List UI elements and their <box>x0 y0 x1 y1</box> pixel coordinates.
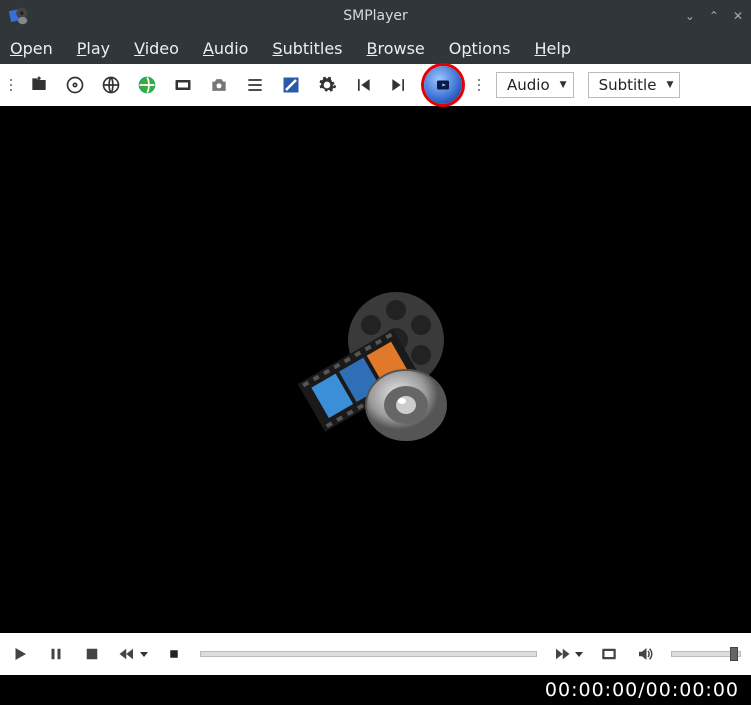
volume-slider[interactable] <box>671 651 741 657</box>
window-minimize-button[interactable]: ⌄ <box>685 9 695 23</box>
stop-button[interactable] <box>82 644 102 664</box>
subtitle-track-combo-label: Subtitle <box>599 76 657 94</box>
mute-button[interactable] <box>635 644 655 664</box>
next-track-button[interactable] <box>388 74 410 96</box>
chevron-down-icon: ▼ <box>560 80 567 90</box>
play-button[interactable] <box>10 644 30 664</box>
video-filters-button[interactable] <box>280 74 302 96</box>
seek-marker-icon <box>164 644 184 664</box>
window-close-button[interactable]: ✕ <box>733 9 743 23</box>
seek-slider[interactable] <box>200 651 537 657</box>
open-file-button[interactable] <box>28 74 50 96</box>
compact-mode-button[interactable] <box>172 74 194 96</box>
time-duration: 00:00:00 <box>646 679 739 701</box>
youtube-browser-button[interactable] <box>424 66 462 104</box>
app-icon <box>8 5 30 27</box>
menu-subtitles[interactable]: Subtitles <box>272 39 342 58</box>
menu-help[interactable]: Help <box>535 39 571 58</box>
smplayer-logo <box>286 285 466 455</box>
chevron-down-icon <box>575 652 583 657</box>
open-url-button[interactable] <box>100 74 122 96</box>
rewind-button[interactable] <box>118 644 148 664</box>
controlbar <box>0 633 751 675</box>
time-position: 00:00:00 <box>545 679 638 701</box>
subtitle-track-combo[interactable]: Subtitle ▼ <box>588 72 681 98</box>
menu-audio[interactable]: Audio <box>203 39 248 58</box>
favorites-button[interactable] <box>136 74 158 96</box>
audio-track-combo-label: Audio <box>507 76 550 94</box>
chevron-down-icon <box>140 652 148 657</box>
chevron-down-icon: ▼ <box>666 80 673 90</box>
toolbar: Audio ▼ Subtitle ▼ <box>0 64 751 106</box>
fullscreen-button[interactable] <box>599 644 619 664</box>
window-maximize-button[interactable]: ⌃ <box>709 9 719 23</box>
window-controls: ⌄ ⌃ ✕ <box>685 9 743 23</box>
menu-video[interactable]: Video <box>134 39 179 58</box>
preferences-button[interactable] <box>316 74 338 96</box>
playlist-button[interactable] <box>244 74 266 96</box>
volume-thumb[interactable] <box>730 647 738 661</box>
open-disc-button[interactable] <box>64 74 86 96</box>
menu-browse[interactable]: Browse <box>367 39 425 58</box>
menu-open[interactable]: Open <box>10 39 53 58</box>
video-area[interactable] <box>0 106 751 633</box>
previous-track-button[interactable] <box>352 74 374 96</box>
toolbar-grip-2[interactable] <box>476 79 482 91</box>
forward-button[interactable] <box>553 644 583 664</box>
titlebar: SMPlayer ⌄ ⌃ ✕ <box>0 0 751 32</box>
menu-play[interactable]: Play <box>77 39 110 58</box>
audio-track-combo[interactable]: Audio ▼ <box>496 72 574 98</box>
toolbar-grip[interactable] <box>8 79 14 91</box>
menubar: Open Play Video Audio Subtitles Browse O… <box>0 32 751 64</box>
screenshot-button[interactable] <box>208 74 230 96</box>
pause-button[interactable] <box>46 644 66 664</box>
window-title: SMPlayer <box>0 8 751 24</box>
menu-options[interactable]: Options <box>449 39 511 58</box>
statusbar: 00:00:00 / 00:00:00 <box>0 675 751 705</box>
time-separator: / <box>638 679 645 701</box>
